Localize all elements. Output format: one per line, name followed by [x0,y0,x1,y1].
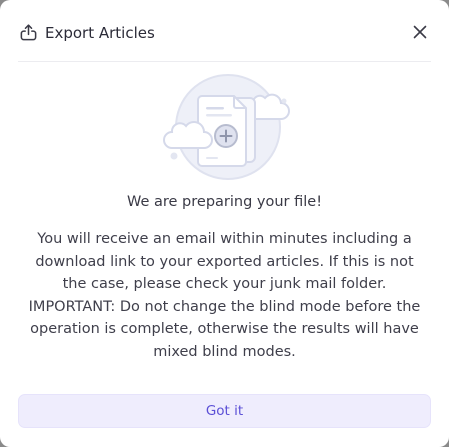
header-divider [18,61,431,62]
dialog-title: Export Articles [45,24,155,42]
export-articles-dialog: Export Articles We are preparing your fi… [0,0,449,447]
got-it-button[interactable]: Got it [18,394,431,428]
close-button[interactable] [411,23,429,41]
export-icon [18,23,38,43]
dialog-header: Export Articles [18,14,431,52]
status-headline: We are preparing your file! [126,194,323,210]
close-icon [413,25,427,39]
file-preparing-illustration [160,74,290,180]
status-message: You will receive an email within minutes… [28,231,421,360]
